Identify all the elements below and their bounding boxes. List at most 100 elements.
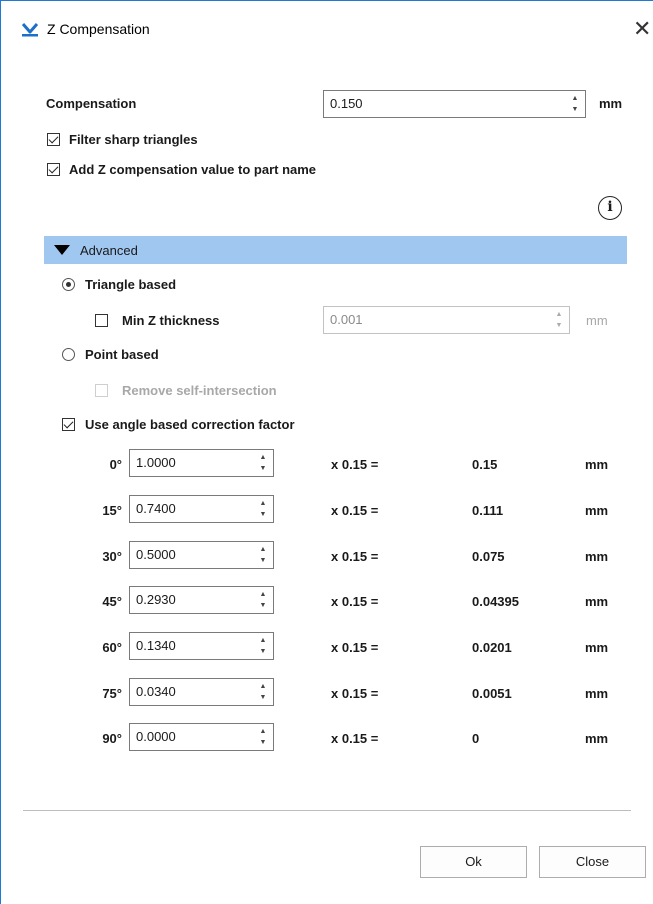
- multiplier-text: x 0.15 =: [331, 640, 379, 655]
- multiplier-text: x 0.15 =: [331, 731, 379, 746]
- result-unit: mm: [585, 549, 609, 564]
- min-z-unit: mm: [586, 313, 608, 328]
- filter-sharp-checkbox[interactable]: [47, 133, 60, 146]
- compensation-unit: mm: [599, 96, 623, 111]
- spin-up-icon[interactable]: ▲: [260, 728, 267, 735]
- spin-up-icon[interactable]: ▲: [556, 311, 563, 318]
- factor-spinner[interactable]: ▲ ▼: [259, 637, 267, 655]
- result-value: 0.111: [472, 503, 504, 518]
- spin-down-icon[interactable]: ▼: [260, 511, 267, 518]
- result-value: 0.15: [472, 457, 498, 472]
- factor-input[interactable]: 0.7400 ▲ ▼: [129, 495, 274, 523]
- compensation-input[interactable]: 0.150 ▲ ▼: [323, 90, 586, 118]
- spin-up-icon[interactable]: ▲: [260, 683, 267, 690]
- factor-value: 0.5000: [136, 547, 176, 562]
- multiplier-text: x 0.15 =: [331, 503, 379, 518]
- multiplier-text: x 0.15 =: [331, 594, 379, 609]
- spin-down-icon[interactable]: ▼: [260, 694, 267, 701]
- result-value: 0.0201: [472, 640, 512, 655]
- factor-input[interactable]: 0.0000 ▲ ▼: [129, 723, 274, 751]
- multiplier-text: x 0.15 =: [331, 457, 379, 472]
- factor-spinner[interactable]: ▲ ▼: [259, 728, 267, 746]
- remove-self-label: Remove self-intersection: [122, 383, 277, 398]
- result-unit: mm: [585, 503, 609, 518]
- factor-spinner[interactable]: ▲ ▼: [259, 500, 267, 518]
- close-button[interactable]: Close: [539, 846, 646, 878]
- factor-spinner[interactable]: ▲ ▼: [259, 683, 267, 701]
- spin-down-icon[interactable]: ▼: [260, 465, 267, 472]
- factor-spinner[interactable]: ▲ ▼: [259, 591, 267, 609]
- angle-label: 60°: [102, 640, 122, 655]
- result-unit: mm: [585, 457, 609, 472]
- spin-up-icon[interactable]: ▲: [260, 500, 267, 507]
- factor-value: 1.0000: [136, 455, 176, 470]
- compensation-value: 0.150: [330, 96, 363, 111]
- min-z-value: 0.001: [330, 312, 363, 327]
- result-unit: mm: [585, 686, 609, 701]
- factor-input[interactable]: 0.0340 ▲ ▼: [129, 678, 274, 706]
- factor-input[interactable]: 0.2930 ▲ ▼: [129, 586, 274, 614]
- spin-down-icon[interactable]: ▼: [260, 602, 267, 609]
- footer-divider: [23, 810, 631, 811]
- min-z-checkbox[interactable]: [95, 314, 108, 327]
- factor-value: 0.2930: [136, 592, 176, 607]
- spin-up-icon[interactable]: ▲: [260, 637, 267, 644]
- angle-label: 75°: [102, 686, 122, 701]
- factor-spinner[interactable]: ▲ ▼: [259, 454, 267, 472]
- factor-value: 0.0000: [136, 729, 176, 744]
- angle-label: 45°: [102, 594, 122, 609]
- advanced-label: Advanced: [80, 243, 138, 258]
- close-icon[interactable]: ✕: [633, 18, 651, 40]
- result-unit: mm: [585, 594, 609, 609]
- factor-input[interactable]: 1.0000 ▲ ▼: [129, 449, 274, 477]
- spin-up-icon[interactable]: ▲: [572, 95, 579, 102]
- result-value: 0: [472, 731, 480, 746]
- factor-value: 0.1340: [136, 638, 176, 653]
- add-value-label: Add Z compensation value to part name: [69, 162, 317, 177]
- angle-correction-label: Use angle based correction factor: [85, 417, 295, 432]
- factor-input[interactable]: 0.1340 ▲ ▼: [129, 632, 274, 660]
- spin-down-icon[interactable]: ▼: [260, 557, 267, 564]
- spin-down-icon[interactable]: ▼: [556, 322, 563, 329]
- result-unit: mm: [585, 640, 609, 655]
- spin-down-icon[interactable]: ▼: [572, 106, 579, 113]
- angle-label: 15°: [102, 503, 122, 518]
- dialog-title: Z Compensation: [47, 21, 150, 37]
- angle-label: 90°: [102, 731, 122, 746]
- point-based-radio[interactable]: [62, 348, 75, 361]
- spin-down-icon[interactable]: ▼: [260, 739, 267, 746]
- remove-self-checkbox: [95, 384, 108, 397]
- z-compensation-dialog: Z Compensation ✕ Compensation 0.150 ▲ ▼ m…: [0, 0, 653, 904]
- spin-up-icon[interactable]: ▲: [260, 546, 267, 553]
- advanced-section-header[interactable]: Advanced: [44, 236, 627, 264]
- angle-label: 0°: [109, 457, 122, 472]
- spin-down-icon[interactable]: ▼: [260, 648, 267, 655]
- factor-input[interactable]: 0.5000 ▲ ▼: [129, 541, 274, 569]
- min-z-label: Min Z thickness: [122, 313, 220, 328]
- multiplier-text: x 0.15 =: [331, 686, 379, 701]
- filter-sharp-label: Filter sharp triangles: [69, 132, 198, 147]
- multiplier-text: x 0.15 =: [331, 549, 379, 564]
- result-value: 0.0051: [472, 686, 512, 701]
- angle-label: 30°: [102, 549, 122, 564]
- point-based-label: Point based: [85, 347, 159, 362]
- result-value: 0.04395: [472, 594, 519, 609]
- result-value: 0.075: [472, 549, 505, 564]
- factor-spinner[interactable]: ▲ ▼: [259, 546, 267, 564]
- add-value-checkbox[interactable]: [47, 163, 60, 176]
- materialise-logo-icon: [21, 23, 39, 37]
- spin-up-icon[interactable]: ▲: [260, 591, 267, 598]
- triangle-based-label: Triangle based: [85, 277, 177, 292]
- info-icon[interactable]: i: [598, 196, 622, 220]
- compensation-spinner[interactable]: ▲ ▼: [571, 95, 579, 113]
- ok-button[interactable]: Ok: [420, 846, 527, 878]
- factor-value: 0.0340: [136, 684, 176, 699]
- result-unit: mm: [585, 731, 609, 746]
- triangle-based-radio[interactable]: [62, 278, 75, 291]
- min-z-input[interactable]: 0.001 ▲ ▼: [323, 306, 570, 334]
- compensation-label: Compensation: [46, 96, 137, 111]
- spin-up-icon[interactable]: ▲: [260, 454, 267, 461]
- collapse-triangle-icon[interactable]: [54, 245, 70, 255]
- angle-correction-checkbox[interactable]: [62, 418, 75, 431]
- min-z-spinner[interactable]: ▲ ▼: [555, 311, 563, 329]
